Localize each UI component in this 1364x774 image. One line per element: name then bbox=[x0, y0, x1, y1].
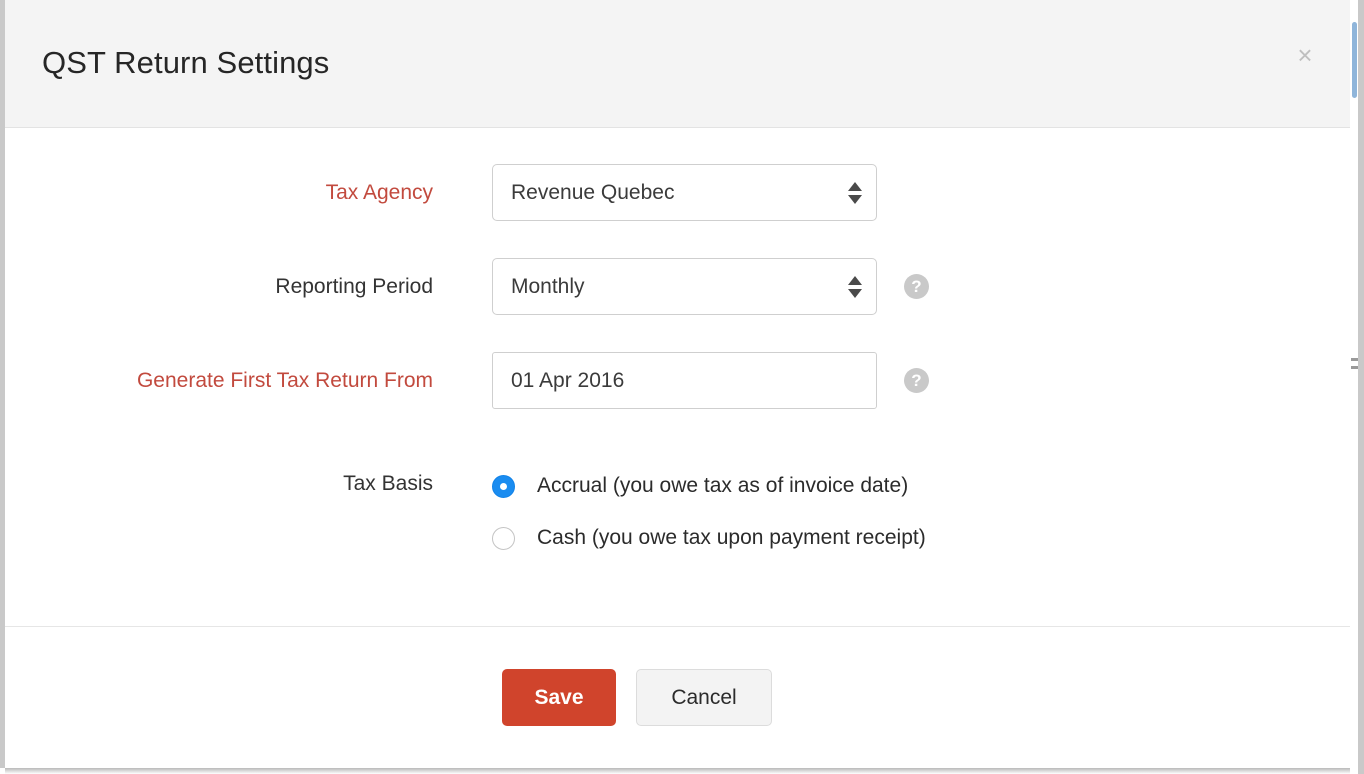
save-button[interactable]: Save bbox=[502, 669, 616, 726]
scrollbar-mark bbox=[1351, 366, 1358, 369]
dialog-body: Tax Agency Revenue Quebec Reporting Peri… bbox=[5, 128, 1352, 627]
window-right-edge bbox=[1358, 0, 1364, 774]
label-reporting-period: Reporting Period bbox=[5, 275, 433, 299]
dialog-footer: Save Cancel bbox=[5, 627, 1352, 767]
control-tax-basis: Accrual (you owe tax as of invoice date)… bbox=[492, 460, 926, 564]
window-bottom-shadow bbox=[5, 768, 1358, 774]
reporting-period-select[interactable]: Monthly bbox=[492, 258, 877, 315]
generate-first-tax-return-from-input[interactable] bbox=[492, 352, 877, 409]
label-tax-agency: Tax Agency bbox=[5, 181, 433, 205]
radio-option-accrual[interactable]: Accrual (you owe tax as of invoice date) bbox=[492, 460, 926, 512]
page-scrollbar-track[interactable] bbox=[1350, 0, 1358, 774]
help-icon[interactable]: ? bbox=[904, 274, 929, 299]
label-generate-first-tax-return-from: Generate First Tax Return From bbox=[5, 369, 433, 393]
cancel-button[interactable]: Cancel bbox=[636, 669, 772, 726]
stepper-arrows-icon bbox=[848, 276, 862, 298]
control-generate-first-tax-return-from: ? bbox=[492, 352, 929, 409]
qst-return-settings-dialog: QST Return Settings × Tax Agency Revenue… bbox=[5, 0, 1352, 768]
footer-button-group: Save Cancel bbox=[502, 669, 772, 726]
field-row-tax-agency: Tax Agency Revenue Quebec bbox=[5, 164, 877, 221]
field-row-generate-first-tax-return-from: Generate First Tax Return From ? bbox=[5, 352, 929, 409]
control-tax-agency: Revenue Quebec bbox=[492, 164, 877, 221]
field-row-reporting-period: Reporting Period Monthly ? bbox=[5, 258, 929, 315]
tax-basis-radio-group: Accrual (you owe tax as of invoice date)… bbox=[492, 460, 926, 564]
radio-label-cash: Cash (you owe tax upon payment receipt) bbox=[537, 526, 926, 550]
label-tax-basis: Tax Basis bbox=[5, 460, 433, 496]
field-row-tax-basis: Tax Basis Accrual (you owe tax as of inv… bbox=[5, 460, 926, 564]
tax-agency-value: Revenue Quebec bbox=[493, 181, 674, 205]
radio-selected-icon bbox=[492, 475, 515, 498]
scrollbar-mark bbox=[1351, 358, 1358, 361]
control-reporting-period: Monthly ? bbox=[492, 258, 929, 315]
reporting-period-value: Monthly bbox=[493, 275, 585, 299]
radio-label-accrual: Accrual (you owe tax as of invoice date) bbox=[537, 474, 908, 498]
help-icon[interactable]: ? bbox=[904, 368, 929, 393]
radio-unselected-icon bbox=[492, 527, 515, 550]
dialog-header: QST Return Settings × bbox=[5, 0, 1352, 128]
stepper-arrows-icon bbox=[848, 182, 862, 204]
tax-agency-select[interactable]: Revenue Quebec bbox=[492, 164, 877, 221]
page-title: QST Return Settings bbox=[42, 45, 329, 81]
radio-option-cash[interactable]: Cash (you owe tax upon payment receipt) bbox=[492, 512, 926, 564]
page-scrollbar-thumb[interactable] bbox=[1352, 22, 1357, 98]
close-icon[interactable]: × bbox=[1290, 40, 1320, 70]
